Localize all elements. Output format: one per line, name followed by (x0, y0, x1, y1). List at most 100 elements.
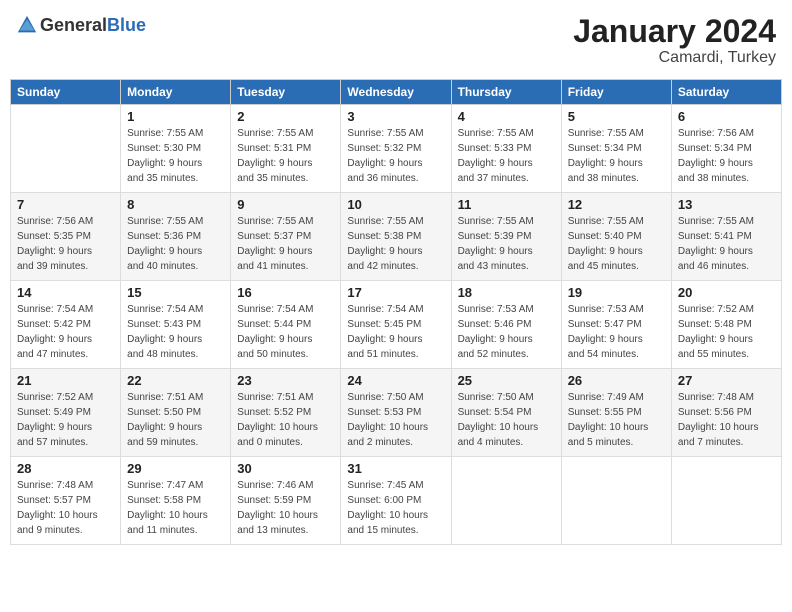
day-info: Sunrise: 7:54 AM Sunset: 5:42 PM Dayligh… (17, 302, 114, 362)
day-info: Sunrise: 7:51 AM Sunset: 5:52 PM Dayligh… (237, 390, 334, 450)
day-number: 27 (678, 373, 775, 388)
day-info: Sunrise: 7:51 AM Sunset: 5:50 PM Dayligh… (127, 390, 224, 450)
calendar-cell: 1Sunrise: 7:55 AM Sunset: 5:30 PM Daylig… (121, 105, 231, 193)
day-number: 30 (237, 461, 334, 476)
col-tuesday: Tuesday (231, 80, 341, 105)
day-info: Sunrise: 7:54 AM Sunset: 5:43 PM Dayligh… (127, 302, 224, 362)
day-number: 26 (568, 373, 665, 388)
logo-icon (16, 14, 38, 36)
calendar-cell: 4 Sunrise: 7:55 AM Sunset: 5:33 PM Daylig… (451, 105, 561, 193)
day-info: Sunrise: 7:47 AM Sunset: 5:58 PM Dayligh… (127, 478, 224, 538)
calendar-header-row: Sunday Monday Tuesday Wednesday Thursday… (11, 80, 782, 105)
calendar-week-row: 21 Sunrise: 7:52 AM Sunset: 5:49 PM Dayli… (11, 369, 782, 457)
day-info: Sunrise: 7:55 AM Sunset: 5:39 PM Dayligh… (458, 214, 555, 274)
calendar-cell: 26Sunrise: 7:49 AM Sunset: 5:55 PM Dayli… (561, 369, 671, 457)
day-number: 16 (237, 285, 334, 300)
calendar-cell: 20 Sunrise: 7:52 AM Sunset: 5:48 PM Dayli… (671, 281, 781, 369)
day-info: Sunrise: 7:55 AM Sunset: 5:41 PM Dayligh… (678, 214, 775, 274)
day-info: Sunrise: 7:55 AM Sunset: 5:34 PM Dayligh… (568, 126, 665, 186)
calendar-cell: 9Sunrise: 7:55 AM Sunset: 5:37 PM Daylig… (231, 193, 341, 281)
day-info: Sunrise: 7:48 AM Sunset: 5:56 PM Dayligh… (678, 390, 775, 450)
day-info: Sunrise: 7:54 AM Sunset: 5:45 PM Dayligh… (347, 302, 444, 362)
calendar-cell: 22 Sunrise: 7:51 AM Sunset: 5:50 PM Dayli… (121, 369, 231, 457)
calendar-cell: 13Sunrise: 7:55 AM Sunset: 5:41 PM Dayli… (671, 193, 781, 281)
day-number: 22 (127, 373, 224, 388)
day-number: 2 (237, 109, 334, 124)
day-info: Sunrise: 7:48 AM Sunset: 5:57 PM Dayligh… (17, 478, 114, 538)
calendar-week-row: 1Sunrise: 7:55 AM Sunset: 5:30 PM Daylig… (11, 105, 782, 193)
calendar-cell: 28 Sunrise: 7:48 AM Sunset: 5:57 PM Dayli… (11, 457, 121, 545)
month-title: January 2024 (573, 14, 776, 49)
calendar-cell (11, 105, 121, 193)
calendar-cell: 23 Sunrise: 7:51 AM Sunset: 5:52 PM Dayli… (231, 369, 341, 457)
day-number: 25 (458, 373, 555, 388)
calendar-cell (671, 457, 781, 545)
calendar-cell: 25 Sunrise: 7:50 AM Sunset: 5:54 PM Dayli… (451, 369, 561, 457)
calendar-cell: 5 Sunrise: 7:55 AM Sunset: 5:34 PM Daylig… (561, 105, 671, 193)
day-number: 24 (347, 373, 444, 388)
day-info: Sunrise: 7:55 AM Sunset: 5:40 PM Dayligh… (568, 214, 665, 274)
day-number: 12 (568, 197, 665, 212)
day-number: 5 (568, 109, 665, 124)
calendar-cell (561, 457, 671, 545)
calendar-week-row: 7 Sunrise: 7:56 AM Sunset: 5:35 PM Daylig… (11, 193, 782, 281)
calendar-cell: 14 Sunrise: 7:54 AM Sunset: 5:42 PM Dayli… (11, 281, 121, 369)
calendar-cell: 18 Sunrise: 7:53 AM Sunset: 5:46 PM Dayli… (451, 281, 561, 369)
day-number: 21 (17, 373, 114, 388)
day-info: Sunrise: 7:55 AM Sunset: 5:31 PM Dayligh… (237, 126, 334, 186)
day-number: 18 (458, 285, 555, 300)
calendar-cell: 21 Sunrise: 7:52 AM Sunset: 5:49 PM Dayli… (11, 369, 121, 457)
col-saturday: Saturday (671, 80, 781, 105)
calendar-cell: 11 Sunrise: 7:55 AM Sunset: 5:39 PM Dayli… (451, 193, 561, 281)
day-number: 28 (17, 461, 114, 476)
day-info: Sunrise: 7:56 AM Sunset: 5:34 PM Dayligh… (678, 126, 775, 186)
day-info: Sunrise: 7:52 AM Sunset: 5:49 PM Dayligh… (17, 390, 114, 450)
day-number: 1 (127, 109, 224, 124)
day-number: 23 (237, 373, 334, 388)
day-info: Sunrise: 7:45 AM Sunset: 6:00 PM Dayligh… (347, 478, 444, 538)
day-number: 31 (347, 461, 444, 476)
calendar-cell: 27 Sunrise: 7:48 AM Sunset: 5:56 PM Dayli… (671, 369, 781, 457)
day-info: Sunrise: 7:53 AM Sunset: 5:46 PM Dayligh… (458, 302, 555, 362)
calendar-cell: 31 Sunrise: 7:45 AM Sunset: 6:00 PM Dayli… (341, 457, 451, 545)
col-monday: Monday (121, 80, 231, 105)
day-number: 11 (458, 197, 555, 212)
day-info: Sunrise: 7:52 AM Sunset: 5:48 PM Dayligh… (678, 302, 775, 362)
calendar-cell (451, 457, 561, 545)
col-friday: Friday (561, 80, 671, 105)
day-info: Sunrise: 7:50 AM Sunset: 5:54 PM Dayligh… (458, 390, 555, 450)
calendar-week-row: 28 Sunrise: 7:48 AM Sunset: 5:57 PM Dayli… (11, 457, 782, 545)
day-info: Sunrise: 7:54 AM Sunset: 5:44 PM Dayligh… (237, 302, 334, 362)
col-wednesday: Wednesday (341, 80, 451, 105)
calendar-table: Sunday Monday Tuesday Wednesday Thursday… (10, 79, 782, 545)
calendar-cell: 8Sunrise: 7:55 AM Sunset: 5:36 PM Daylig… (121, 193, 231, 281)
day-number: 17 (347, 285, 444, 300)
day-number: 10 (347, 197, 444, 212)
calendar-week-row: 14 Sunrise: 7:54 AM Sunset: 5:42 PM Dayli… (11, 281, 782, 369)
logo-text-blue: Blue (107, 15, 146, 35)
col-sunday: Sunday (11, 80, 121, 105)
logo-text-general: General (40, 15, 107, 35)
day-number: 19 (568, 285, 665, 300)
day-info: Sunrise: 7:55 AM Sunset: 5:33 PM Dayligh… (458, 126, 555, 186)
calendar-cell: 29 Sunrise: 7:47 AM Sunset: 5:58 PM Dayli… (121, 457, 231, 545)
page-header: GeneralBlue January 2024 Camardi, Turkey (10, 10, 782, 71)
day-info: Sunrise: 7:55 AM Sunset: 5:36 PM Dayligh… (127, 214, 224, 274)
logo: GeneralBlue (16, 14, 146, 36)
day-number: 20 (678, 285, 775, 300)
day-number: 15 (127, 285, 224, 300)
day-number: 29 (127, 461, 224, 476)
day-number: 7 (17, 197, 114, 212)
day-number: 9 (237, 197, 334, 212)
day-info: Sunrise: 7:55 AM Sunset: 5:32 PM Dayligh… (347, 126, 444, 186)
day-number: 3 (347, 109, 444, 124)
calendar-cell: 12 Sunrise: 7:55 AM Sunset: 5:40 PM Dayli… (561, 193, 671, 281)
day-number: 4 (458, 109, 555, 124)
day-number: 14 (17, 285, 114, 300)
location-title: Camardi, Turkey (573, 49, 776, 67)
day-info: Sunrise: 7:50 AM Sunset: 5:53 PM Dayligh… (347, 390, 444, 450)
calendar-cell: 16 Sunrise: 7:54 AM Sunset: 5:44 PM Dayli… (231, 281, 341, 369)
day-number: 6 (678, 109, 775, 124)
day-info: Sunrise: 7:46 AM Sunset: 5:59 PM Dayligh… (237, 478, 334, 538)
day-info: Sunrise: 7:56 AM Sunset: 5:35 PM Dayligh… (17, 214, 114, 274)
